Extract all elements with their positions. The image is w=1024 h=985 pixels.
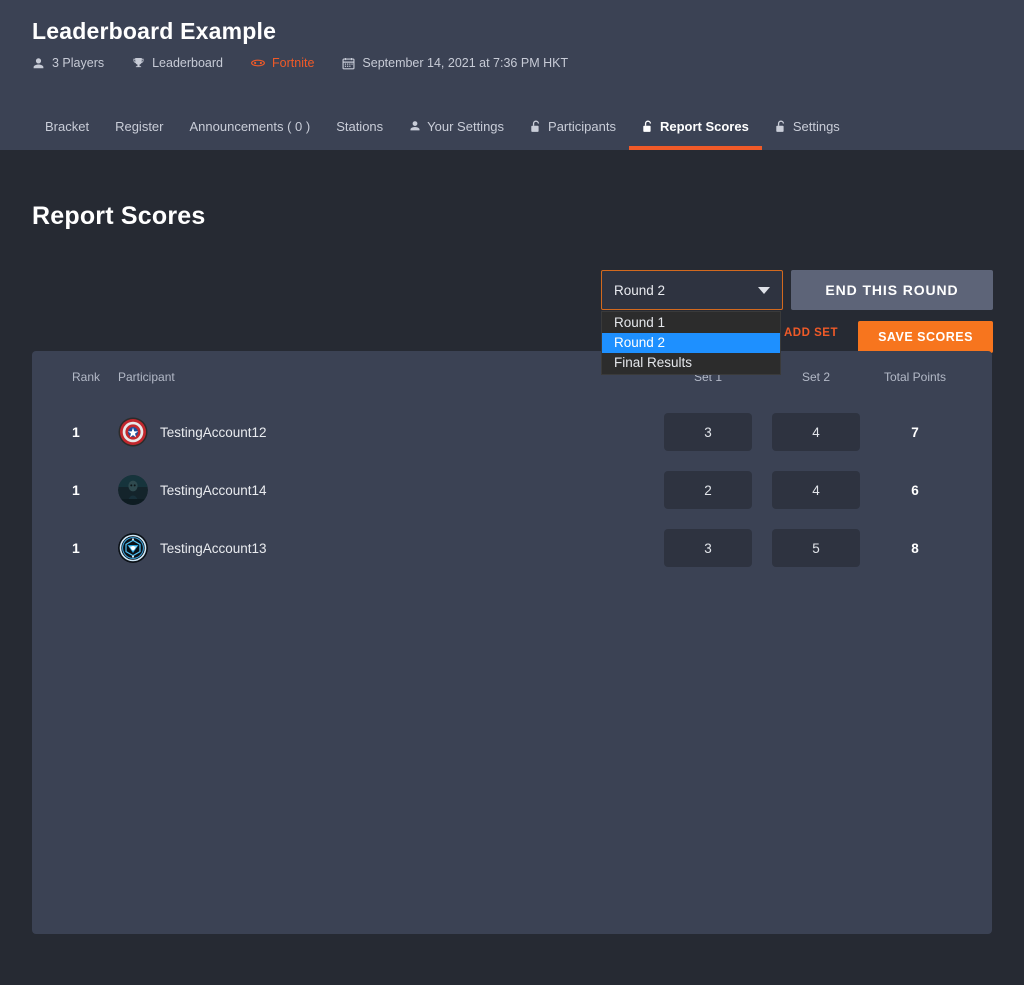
unlock-icon xyxy=(775,120,787,133)
event-meta-row: 3 Players Leaderboard Fortnite September… xyxy=(32,56,992,70)
tab-settings-label: Settings xyxy=(792,118,840,134)
tab-report-scores[interactable]: Report Scores xyxy=(628,102,762,150)
tab-announcements-label: Announcements ( 0 ) xyxy=(189,118,311,134)
tab-your-settings[interactable]: Your Settings xyxy=(396,102,517,150)
main-content: Report Scores Round 2 Round 1 Round 2 Fi… xyxy=(0,150,1024,934)
tab-participants[interactable]: Participants xyxy=(517,102,629,150)
header-rank: Rank xyxy=(72,370,101,384)
round-select-wrapper: Round 2 Round 1 Round 2 Final Results xyxy=(601,270,783,375)
round-select-value: Round 2 xyxy=(614,282,666,298)
arc-reactor-avatar xyxy=(118,533,148,563)
trophy-icon xyxy=(132,57,145,70)
meta-datetime-label: September 14, 2021 at 7:36 PM HKT xyxy=(362,56,569,70)
row-participant: TestingAccount14 xyxy=(106,475,664,505)
row-participant-name: TestingAccount14 xyxy=(160,482,267,498)
calendar-icon xyxy=(342,57,355,70)
round-option-final[interactable]: Final Results xyxy=(602,353,780,373)
user-icon xyxy=(32,57,45,70)
tab-stations[interactable]: Stations xyxy=(323,102,396,150)
score-input-set2[interactable] xyxy=(772,471,860,509)
score-input-set1[interactable] xyxy=(664,529,752,567)
header-participant: Participant xyxy=(118,370,175,384)
tab-bracket-label: Bracket xyxy=(45,118,90,134)
row-total-points: 8 xyxy=(911,540,919,556)
tab-bracket[interactable]: Bracket xyxy=(32,102,102,150)
row-total-points: 6 xyxy=(911,482,919,498)
chevron-down-icon xyxy=(758,286,770,294)
score-input-set2[interactable] xyxy=(772,413,860,451)
score-input-set2[interactable] xyxy=(772,529,860,567)
score-input-set1[interactable] xyxy=(664,471,752,509)
user-icon xyxy=(409,120,421,132)
tab-participants-label: Participants xyxy=(548,118,616,134)
dark-portrait-avatar xyxy=(118,475,148,505)
header-set-2: Set 2 xyxy=(801,370,831,384)
captain-america-shield-avatar xyxy=(118,417,148,447)
table-header-row: Rank Participant Set 1 Set 2 Total Point… xyxy=(54,351,970,403)
tab-your-settings-label: Your Settings xyxy=(427,118,505,134)
meta-format: Leaderboard xyxy=(132,56,223,70)
row-participant-name: TestingAccount13 xyxy=(160,540,267,556)
header-total-points: Total Points xyxy=(883,370,947,384)
round-select[interactable]: Round 2 xyxy=(601,270,783,310)
meta-game: Fortnite xyxy=(251,56,314,70)
end-this-round-button[interactable]: END THIS ROUND xyxy=(791,270,993,310)
unlock-icon xyxy=(642,120,654,133)
row-total-points: 7 xyxy=(911,424,919,440)
round-select-options: Round 1 Round 2 Final Results xyxy=(601,311,781,375)
row-participant-name: TestingAccount12 xyxy=(160,424,267,440)
tab-settings[interactable]: Settings xyxy=(762,102,853,150)
save-scores-button[interactable]: SAVE SCORES xyxy=(858,321,993,353)
table-row: 1 TestingAccount12 7 xyxy=(54,403,970,461)
score-table-panel: Rank Participant Set 1 Set 2 Total Point… xyxy=(32,351,992,934)
table-row: 1 TestingAccount14 2 4 6 xyxy=(54,461,970,519)
add-set-button[interactable]: ADD SET xyxy=(784,327,838,339)
meta-format-label: Leaderboard xyxy=(152,56,224,70)
meta-players: 3 Players xyxy=(32,56,104,70)
meta-game-label: Fortnite xyxy=(272,56,315,70)
tab-report-scores-label: Report Scores xyxy=(659,118,749,134)
round-controls: Round 2 Round 1 Round 2 Final Results EN… xyxy=(32,231,993,375)
tab-register-label: Register xyxy=(115,118,164,134)
main-navigation: Bracket Register Announcements ( 0 ) Sta… xyxy=(32,102,853,150)
round-option-1[interactable]: Round 1 xyxy=(602,313,780,333)
row-rank: 1 xyxy=(72,482,80,498)
row-participant: TestingAccount13 xyxy=(106,533,664,563)
page-header: Leaderboard Example 3 Players Leaderboar… xyxy=(0,0,1024,150)
round-option-2[interactable]: Round 2 xyxy=(602,333,780,353)
row-participant: TestingAccount12 xyxy=(106,417,664,447)
tab-stations-label: Stations xyxy=(336,118,384,134)
meta-players-label: 3 Players xyxy=(52,56,105,70)
gamepad-icon xyxy=(251,56,265,70)
unlock-icon xyxy=(530,120,542,133)
score-input-set1[interactable] xyxy=(664,413,752,451)
tab-announcements[interactable]: Announcements ( 0 ) xyxy=(177,102,324,150)
table-row: 1 TestingAccount13 3 5 8 xyxy=(54,519,970,577)
meta-datetime: September 14, 2021 at 7:36 PM HKT xyxy=(342,56,568,70)
tab-register[interactable]: Register xyxy=(102,102,176,150)
page-title: Report Scores xyxy=(32,202,206,230)
row-rank: 1 xyxy=(72,424,80,440)
event-title: Leaderboard Example xyxy=(32,18,277,44)
row-rank: 1 xyxy=(72,540,80,556)
